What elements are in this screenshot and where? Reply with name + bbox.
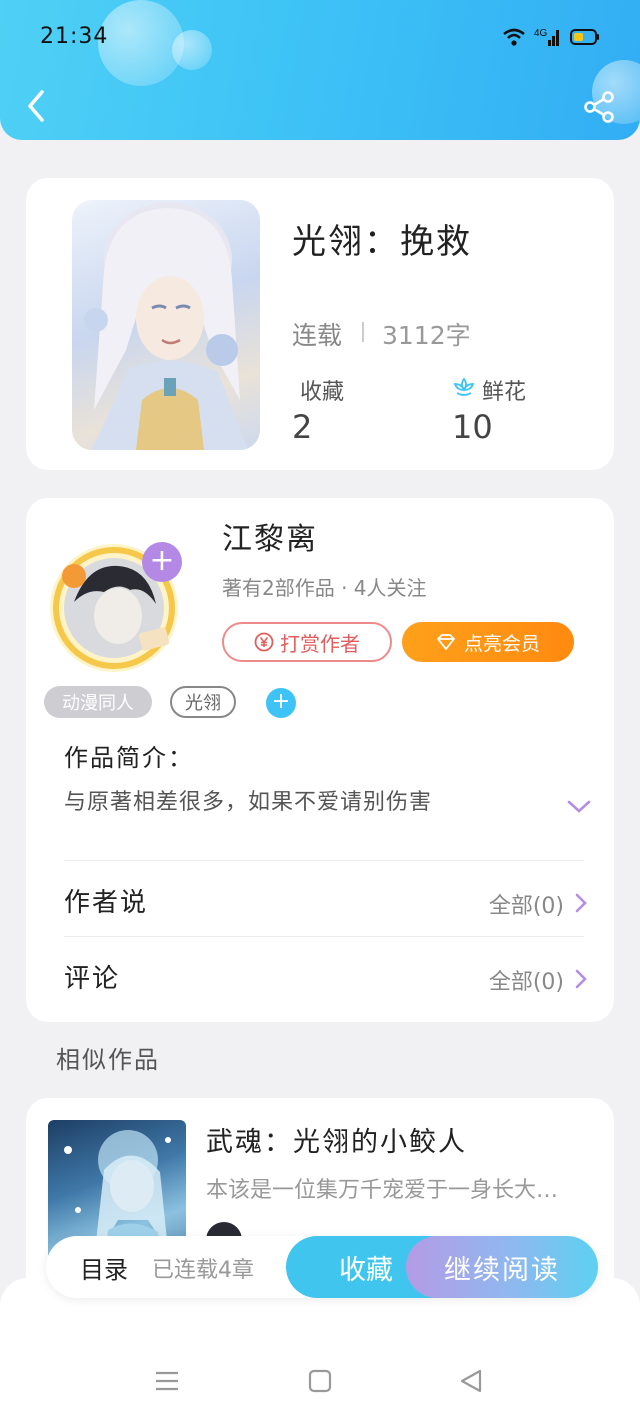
favorites-count: 2 (292, 408, 313, 446)
book-title: 光翎：挽救 (292, 222, 472, 262)
book-cover[interactable] (72, 200, 260, 450)
tag-category[interactable]: 动漫同人 (44, 686, 152, 718)
divider (64, 860, 584, 861)
top-header: 21:34 4G (0, 0, 640, 140)
add-tag-button[interactable]: + (266, 688, 296, 718)
decor-bubble (172, 30, 212, 70)
diamond-icon (437, 634, 455, 650)
chevron-right-icon (575, 893, 587, 913)
author-card: + 江黎离 著有2部作品 · 4人关注 打赏作者 点亮会员 动漫同人 光翎 + … (26, 498, 614, 1022)
flowers-count: 10 (452, 408, 493, 446)
chapter-count: 已连载4章 (152, 1258, 254, 1283)
tag-keyword[interactable]: 光翎 (170, 686, 236, 718)
cover-illustration (84, 202, 248, 450)
comments-count: 全部(0) (488, 970, 564, 995)
network-type: 4G (534, 28, 548, 39)
expand-chevron-icon[interactable] (566, 798, 592, 816)
wifi-icon (503, 28, 525, 46)
intro-text: 与原著相差很多，如果不爱请别伤害 (64, 790, 433, 815)
vip-label: 点亮会员 (463, 632, 540, 655)
author-name[interactable]: 江黎离 (222, 514, 318, 558)
yuan-coin-icon (254, 632, 274, 652)
status-time: 21:34 (40, 24, 109, 49)
action-bar: 目录 已连载4章 收藏 继续阅读 (46, 1236, 598, 1298)
book-info-card: 光翎：挽救 连载 3112字 收藏 2 鲜花 10 (26, 178, 614, 470)
author-says-label: 作者说 (64, 888, 149, 918)
menu-icon[interactable] (154, 1368, 180, 1394)
status-icons: 4G (502, 26, 600, 48)
book-status: 连载 (292, 321, 343, 350)
decor-bubble (98, 0, 184, 86)
divider (64, 936, 584, 937)
author-says-count: 全部(0) (488, 894, 564, 919)
word-count: 3112字 (382, 321, 471, 350)
author-meta: 著有2部作品 · 4人关注 (222, 576, 427, 600)
share-button[interactable] (582, 90, 616, 124)
battery-icon (570, 29, 599, 45)
chevron-right-icon (575, 969, 587, 989)
signal-icon: 4G (534, 28, 559, 46)
similar-title: 武魂：光翎的小鲛人 (206, 1127, 467, 1158)
follow-plus-icon[interactable]: + (142, 542, 182, 582)
similar-desc: 本该是一位集万千宠爱于一身长大… (206, 1178, 559, 1203)
back-nav-icon[interactable] (458, 1368, 484, 1394)
bottom-nav-bar (0, 1278, 640, 1422)
vip-button[interactable]: 点亮会员 (402, 622, 574, 662)
back-button[interactable] (22, 86, 52, 126)
toc-button[interactable]: 目录 (80, 1250, 128, 1285)
divider (362, 322, 364, 342)
comments-label: 评论 (64, 964, 121, 994)
flowers-label: 鲜花 (482, 380, 527, 405)
author-avatar[interactable]: + (48, 542, 182, 674)
favorites-label: 收藏 (300, 380, 345, 405)
home-icon[interactable] (308, 1368, 332, 1394)
tip-author-label: 打赏作者 (280, 631, 360, 656)
continue-reading-button[interactable]: 继续阅读 (406, 1236, 598, 1298)
tip-author-button[interactable]: 打赏作者 (222, 622, 392, 662)
intro-title: 作品简介： (64, 744, 194, 772)
similar-section-title: 相似作品 (56, 1046, 160, 1074)
flower-icon (453, 377, 475, 396)
